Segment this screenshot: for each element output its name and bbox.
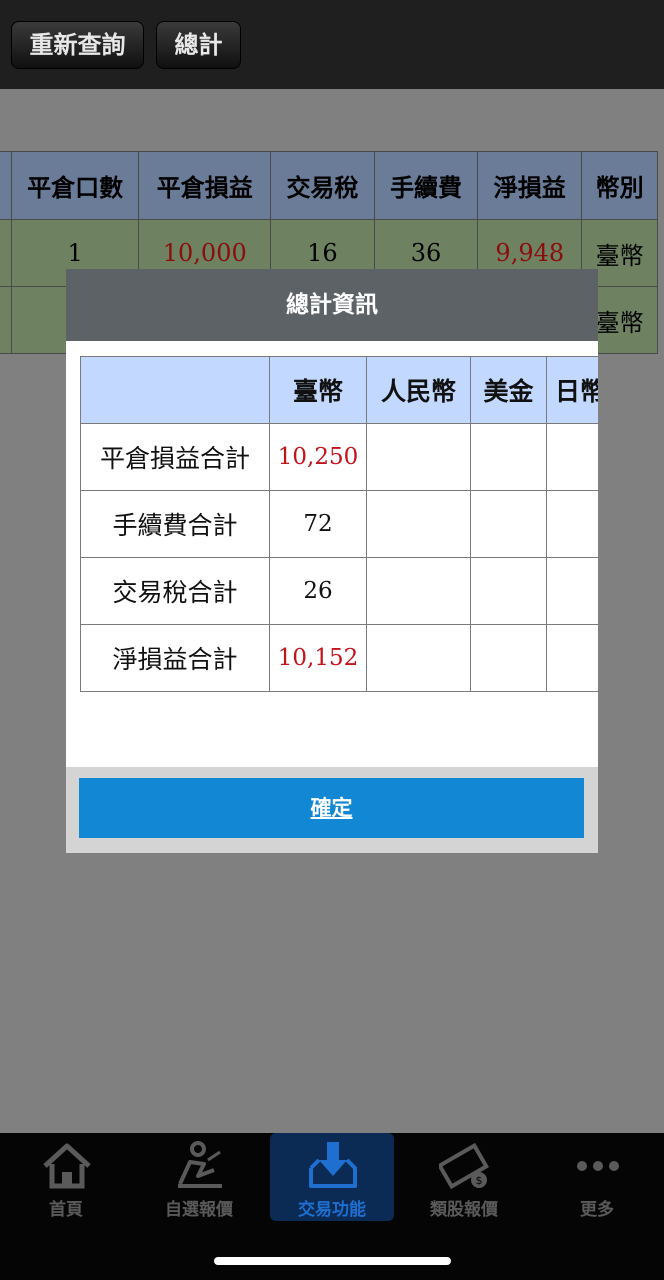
summary-header-cell — [80, 356, 270, 424]
table-row: 淨損益合計 10,152 — [80, 624, 598, 692]
table-header-cell: 手續費 — [373, 151, 479, 220]
more-dots-icon — [577, 1161, 619, 1171]
tab-home[interactable]: 首頁 — [4, 1133, 128, 1221]
table-row: 平倉損益合計 10,250 — [80, 423, 598, 491]
confirm-button[interactable]: 確定 — [79, 778, 584, 838]
summary-value — [546, 490, 598, 558]
tab-more[interactable]: 更多 — [535, 1133, 659, 1221]
summary-value — [470, 490, 547, 558]
summary-value — [366, 423, 471, 491]
summary-header-cell: 美金 — [470, 356, 547, 424]
summary-value — [366, 490, 471, 558]
table-header-cell: 平倉口數 — [10, 151, 140, 220]
dialog-body[interactable]: 臺幣 人民幣 美金 日幣 平倉損益合計 10,250 手續費合計 72 交易稅合 — [66, 341, 598, 767]
table-header-cell: 交易稅 — [270, 151, 375, 220]
summary-header-row: 臺幣 人民幣 美金 日幣 — [80, 356, 598, 424]
summary-row-label: 手續費合計 — [80, 490, 270, 558]
table-header-row: 平倉口數 平倉損益 交易稅 手續費 淨損益 幣別 — [0, 151, 658, 220]
table-header-cell: 平倉損益 — [138, 151, 272, 220]
total-button[interactable]: 總計 — [156, 21, 241, 69]
table-header-cell — [0, 151, 12, 220]
summary-row-label: 交易稅合計 — [80, 557, 270, 625]
film-coin-icon: $ — [439, 1142, 490, 1190]
svg-text:$: $ — [476, 1174, 483, 1187]
dialog-footer: 確定 — [66, 767, 598, 853]
tab-sector-quotes[interactable]: $ 類股報價 — [402, 1133, 526, 1221]
table-row: 手續費合計 72 — [80, 490, 598, 558]
top-toolbar: 重新查詢 總計 — [0, 0, 664, 89]
summary-value: 72 — [269, 490, 367, 558]
dialog-title: 總計資訊 — [66, 269, 598, 341]
download-tray-icon — [309, 1142, 357, 1188]
summary-value — [366, 557, 471, 625]
home-indicator[interactable] — [214, 1257, 451, 1265]
summary-row-label: 平倉損益合計 — [80, 423, 270, 491]
tab-watchlist[interactable]: 自選報價 — [137, 1133, 261, 1221]
table-cell — [0, 219, 12, 287]
tab-label: 首頁 — [49, 1200, 83, 1220]
summary-dialog: 總計資訊 臺幣 人民幣 美金 日幣 平倉損益合計 10,250 手續費合計 72… — [66, 269, 598, 853]
tab-label: 自選報價 — [165, 1200, 233, 1220]
table-header-cell: 淨損益 — [477, 151, 583, 220]
summary-header-cell: 日幣 — [546, 356, 598, 424]
summary-header-cell: 人民幣 — [366, 356, 471, 424]
summary-value — [470, 423, 547, 491]
tab-label: 類股報價 — [430, 1200, 498, 1220]
summary-value: 10,250 — [269, 423, 367, 491]
tab-trading[interactable]: 交易功能 — [270, 1133, 394, 1221]
tab-label: 更多 — [580, 1200, 614, 1220]
summary-value: 26 — [269, 557, 367, 625]
person-chart-icon — [178, 1141, 222, 1188]
summary-row-label: 淨損益合計 — [80, 624, 270, 692]
home-icon — [43, 1143, 91, 1189]
requery-button[interactable]: 重新查詢 — [11, 21, 144, 69]
table-row: 交易稅合計 26 — [80, 557, 598, 625]
summary-value — [546, 423, 598, 491]
tab-label: 交易功能 — [298, 1200, 366, 1220]
summary-table: 臺幣 人民幣 美金 日幣 平倉損益合計 10,250 手續費合計 72 交易稅合 — [80, 356, 598, 692]
table-cell — [0, 286, 12, 354]
summary-header-cell: 臺幣 — [269, 356, 367, 424]
summary-value — [470, 557, 547, 625]
summary-value — [470, 624, 547, 692]
table-header-cell: 幣別 — [581, 151, 658, 220]
summary-value — [546, 624, 598, 692]
summary-value — [366, 624, 471, 692]
summary-value — [546, 557, 598, 625]
summary-value: 10,152 — [269, 624, 367, 692]
